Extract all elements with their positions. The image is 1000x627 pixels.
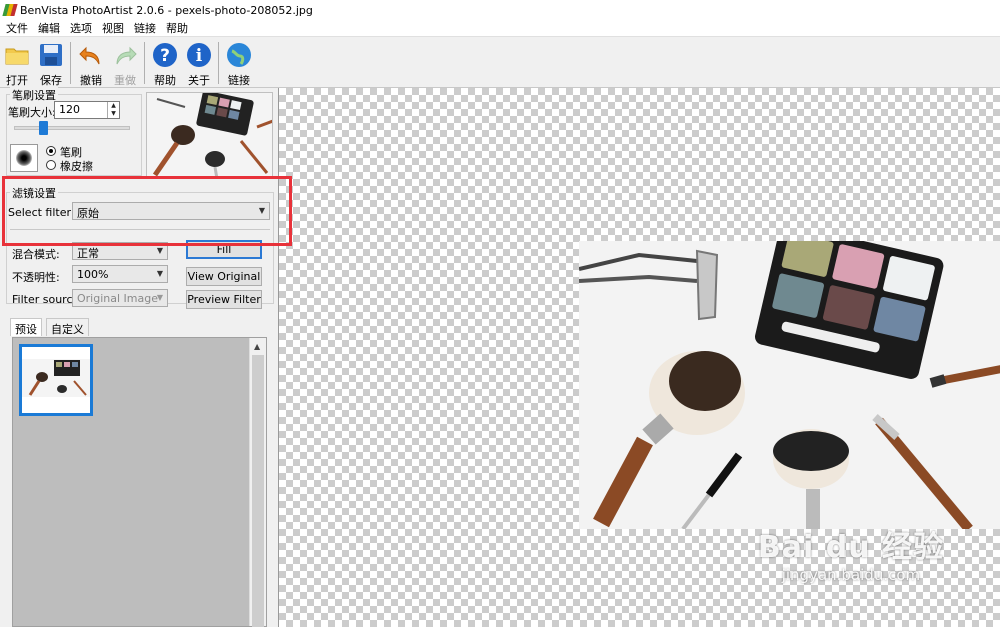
brush-size-spinner[interactable]: 120 ▲ ▼ (54, 101, 120, 119)
tab-preset[interactable]: 预设 (10, 318, 42, 336)
question-icon: ? (152, 42, 178, 68)
chevron-down-icon: ▼ (156, 246, 163, 255)
folder-icon (4, 42, 30, 68)
open-button[interactable]: 打开 (0, 40, 34, 87)
brush-mode-radio[interactable] (46, 146, 56, 156)
preset-scrollbar[interactable]: ▲ (249, 338, 266, 627)
highlight-annotation (2, 176, 292, 246)
opacity-label: 不透明性: (12, 271, 60, 284)
brush-size-label: 笔刷大小: (8, 106, 56, 119)
app-icon (2, 4, 18, 16)
toolbar-separator (70, 42, 71, 84)
redo-label: 重做 (114, 74, 136, 87)
svg-text:?: ? (160, 46, 170, 66)
preview-filter-button[interactable]: Preview Filter (186, 290, 262, 309)
about-label: 关于 (188, 74, 210, 87)
menu-view[interactable]: 视图 (102, 20, 124, 36)
makeup-photo (579, 241, 1000, 529)
left-panel: 笔刷设置 笔刷大小: 120 ▲ ▼ 笔刷 橡皮擦 滤镜设置 Select fi… (0, 87, 278, 627)
toolbar-separator (144, 42, 145, 84)
menu-edit[interactable]: 编辑 (38, 20, 60, 36)
svg-text:i: i (196, 46, 203, 66)
opacity-value: 100% (77, 268, 109, 281)
preset-item-original[interactable] (19, 344, 93, 416)
menu-link[interactable]: 链接 (134, 20, 156, 36)
thumbnail-image (147, 93, 272, 177)
watermark-url: jingyan.baidu.com (781, 566, 921, 584)
redo-icon (112, 42, 138, 68)
filter-source-value: Original Image (77, 292, 158, 305)
menu-bar: 文件 编辑 选项 视图 链接 帮助 (0, 20, 1000, 37)
menu-file[interactable]: 文件 (6, 20, 28, 36)
help-button[interactable]: ? 帮助 (148, 40, 182, 87)
link-label: 链接 (228, 74, 250, 87)
save-label: 保存 (40, 74, 62, 87)
preset-thumbnail (22, 359, 90, 397)
open-label: 打开 (6, 74, 28, 87)
chevron-down-icon: ▼ (156, 293, 163, 302)
blend-mode-value: 正常 (77, 247, 99, 260)
baidu-watermark: Bai du 经验 jingyan.baidu.com (758, 522, 944, 584)
brush-size-slider[interactable] (14, 126, 130, 130)
watermark-logo-text: Bai du 经验 (757, 530, 944, 565)
save-button[interactable]: 保存 (34, 40, 68, 87)
canvas-photo (579, 241, 1000, 529)
opacity-dropdown[interactable]: 100% ▼ (72, 265, 168, 283)
view-original-button[interactable]: View Original (186, 267, 262, 286)
spin-down-icon[interactable]: ▼ (108, 110, 119, 118)
brush-preview (10, 144, 38, 172)
scrollbar-thumb[interactable] (252, 355, 264, 627)
eraser-mode-radio[interactable] (46, 160, 56, 170)
title-bar: BenVista PhotoArtist 2.0.6 - pexels-phot… (0, 0, 1000, 20)
brush-slider-thumb[interactable] (39, 121, 48, 135)
tab-custom[interactable]: 自定义 (46, 318, 89, 336)
menu-help[interactable]: 帮助 (166, 20, 188, 36)
toolbar: 打开 保存 撤销 重做 ? 帮助 i 关于 链接 (0, 38, 1000, 88)
chevron-down-icon: ▼ (156, 269, 163, 278)
globe-icon (226, 42, 252, 68)
undo-icon (78, 42, 104, 68)
brush-settings-title: 笔刷设置 (10, 87, 58, 103)
undo-label: 撤销 (80, 74, 102, 87)
floppy-icon (38, 42, 64, 68)
image-thumbnail[interactable] (146, 92, 273, 178)
toolbar-separator (218, 42, 219, 84)
blend-mode-label: 混合模式: (12, 248, 60, 261)
undo-button[interactable]: 撤销 (74, 40, 108, 87)
redo-button[interactable]: 重做 (108, 40, 142, 87)
eraser-mode-label: 橡皮擦 (60, 160, 93, 173)
brush-size-value: 120 (59, 103, 80, 116)
help-label: 帮助 (154, 74, 176, 87)
scroll-up-icon[interactable]: ▲ (254, 342, 260, 351)
brush-tip-icon (16, 150, 32, 166)
spin-up-icon[interactable]: ▲ (108, 102, 119, 110)
info-icon: i (186, 42, 212, 68)
link-button[interactable]: 链接 (222, 40, 256, 87)
preset-list: ▲ (12, 337, 267, 627)
spinner-buttons[interactable]: ▲ ▼ (107, 102, 119, 118)
about-button[interactable]: i 关于 (182, 40, 216, 87)
window-title: BenVista PhotoArtist 2.0.6 - pexels-phot… (20, 3, 313, 17)
filter-source-dropdown[interactable]: Original Image ▼ (72, 289, 168, 307)
menu-options[interactable]: 选项 (70, 20, 92, 36)
